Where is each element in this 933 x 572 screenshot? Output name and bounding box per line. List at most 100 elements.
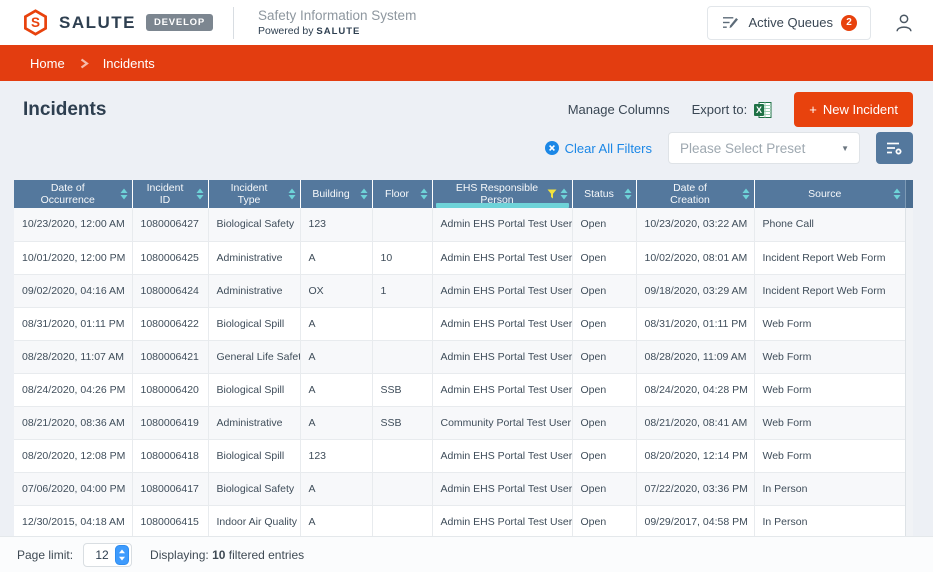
table-cell: 1080006425 (132, 241, 208, 274)
table-cell: Admin EHS Portal Test User - (432, 439, 572, 472)
breadcrumb-home-link[interactable]: Home (30, 56, 65, 71)
page-limit-label: Page limit: (17, 548, 73, 562)
column-header-incident-type[interactable]: Incident Type (208, 180, 300, 208)
table-cell (372, 208, 432, 241)
table-cell: Admin EHS Portal Test User - (432, 340, 572, 373)
sort-arrows-icon (360, 189, 368, 200)
plus-icon: + (809, 102, 817, 117)
table-cell: 10/01/2020, 12:00 PM (14, 241, 132, 274)
table-row[interactable]: 08/21/2020, 08:36 AM1080006419Administra… (14, 406, 905, 439)
table-cell: SSB (372, 373, 432, 406)
table-cell: Open (572, 472, 636, 505)
column-header-incident-id[interactable]: Incident ID (132, 180, 208, 208)
table-cell: A (300, 472, 372, 505)
table-cell (372, 439, 432, 472)
table-cell: 1 (372, 274, 432, 307)
filter-row: Clear All Filters Please Select Preset ▼ (14, 132, 913, 164)
table-cell: 1080006422 (132, 307, 208, 340)
table-row[interactable]: 10/01/2020, 12:00 PM1080006425Administra… (14, 241, 905, 274)
breadcrumb-current: Incidents (103, 56, 155, 71)
sort-arrows-icon (196, 189, 204, 200)
table-row[interactable]: 08/24/2020, 04:26 PM1080006420Biological… (14, 373, 905, 406)
table-row[interactable]: 10/23/2020, 12:00 AM1080006427Biological… (14, 208, 905, 241)
filter-settings-button[interactable] (876, 132, 913, 164)
table-cell: 09/18/2020, 03:29 AM (636, 274, 754, 307)
brand-group: S SALUTE DEVELOP Safety Information Syst… (22, 7, 416, 39)
app-title: Safety Information System (258, 8, 416, 23)
table-cell: General Life Safety (208, 340, 300, 373)
table-cell: A (300, 340, 372, 373)
app-title-block: Safety Information System Powered by SAL… (258, 8, 416, 37)
table-cell: 08/20/2020, 12:08 PM (14, 439, 132, 472)
table-cell: 09/29/2017, 04:58 PM (636, 505, 754, 538)
table-cell: Incident Report Web Form (754, 241, 905, 274)
table-row[interactable]: 09/02/2020, 04:16 AM1080006424Administra… (14, 274, 905, 307)
table-cell: Admin EHS Portal Test User - (432, 274, 572, 307)
table-cell: 1080006418 (132, 439, 208, 472)
table-cell: Web Form (754, 406, 905, 439)
table-footer: Page limit: 12 Displaying: 10 filtered e… (0, 536, 933, 572)
sort-arrows-icon (420, 189, 428, 200)
table-row[interactable]: 07/06/2020, 04:00 PM1080006417Biological… (14, 472, 905, 505)
stepper-icon[interactable] (115, 545, 129, 565)
table-row[interactable]: 08/28/2020, 11:07 AM1080006421General Li… (14, 340, 905, 373)
table-cell: 1080006420 (132, 373, 208, 406)
sort-arrows-icon (893, 189, 901, 200)
table-cell: 08/24/2020, 04:28 PM (636, 373, 754, 406)
column-header-floor[interactable]: Floor (372, 180, 432, 208)
table-cell: Open (572, 505, 636, 538)
table-row[interactable]: 08/31/2020, 01:11 PM1080006422Biological… (14, 307, 905, 340)
sort-arrows-icon (624, 189, 632, 200)
table-row[interactable]: 12/30/2015, 04:18 AM1080006415Indoor Air… (14, 505, 905, 538)
table-cell: 08/31/2020, 01:11 PM (14, 307, 132, 340)
table-row[interactable]: 08/20/2020, 12:08 PM1080006418Biological… (14, 439, 905, 472)
table-cell: Web Form (754, 373, 905, 406)
table-cell: Open (572, 406, 636, 439)
new-incident-button[interactable]: + New Incident (794, 92, 913, 127)
table-cell: Open (572, 307, 636, 340)
table-cell (372, 472, 432, 505)
column-header-date-of-creation[interactable]: Date of Creation (636, 180, 754, 208)
table-cell: 07/22/2020, 03:36 PM (636, 472, 754, 505)
column-header-building[interactable]: Building (300, 180, 372, 208)
column-header-ehs-responsible-person[interactable]: EHS Responsible Person (432, 180, 572, 208)
excel-icon[interactable]: X (754, 102, 772, 118)
divider (233, 7, 234, 39)
table-cell: Biological Safety (208, 472, 300, 505)
user-icon[interactable] (893, 12, 915, 34)
table-cell (372, 307, 432, 340)
preset-select-dropdown[interactable]: Please Select Preset ▼ (668, 132, 860, 164)
column-header-status[interactable]: Status (572, 180, 636, 208)
table-cell: Admin EHS Portal Test User - (432, 505, 572, 538)
table-cell: Web Form (754, 439, 905, 472)
table-cell: 1080006424 (132, 274, 208, 307)
page-actions: Manage Columns Export to: X + New Incide… (568, 92, 913, 127)
table-cell: 07/06/2020, 04:00 PM (14, 472, 132, 505)
active-queues-button[interactable]: Active Queues 2 (707, 6, 871, 40)
page-limit-stepper[interactable]: 12 (83, 543, 132, 567)
table-cell: Admin EHS Portal Test User - (432, 241, 572, 274)
table-cell: Administrative (208, 241, 300, 274)
column-header-source[interactable]: Source (754, 180, 905, 208)
table-cell: A (300, 373, 372, 406)
manage-columns-button[interactable]: Manage Columns (568, 102, 670, 117)
chevron-right-icon (79, 58, 89, 69)
table-scrollbar[interactable] (905, 180, 913, 539)
table-cell: 12/30/2015, 04:18 AM (14, 505, 132, 538)
table-cell: 08/21/2020, 08:41 AM (636, 406, 754, 439)
table-cell: Community Portal Test User - (432, 406, 572, 439)
table-cell: Admin EHS Portal Test User - (432, 208, 572, 241)
page-limit-value: 12 (94, 548, 110, 562)
displaying-summary: Displaying: 10 filtered entries (150, 548, 304, 562)
table-cell: In Person (754, 472, 905, 505)
table-cell: Open (572, 373, 636, 406)
brand-name: SALUTE (59, 13, 136, 33)
column-header-date-of-occurrence[interactable]: Date of Occurrence (14, 180, 132, 208)
clear-all-filters-button[interactable]: Clear All Filters (545, 141, 652, 156)
sort-arrows-icon (742, 189, 750, 200)
table-cell: 10 (372, 241, 432, 274)
preset-select-placeholder: Please Select Preset (680, 141, 805, 156)
table-cell: 10/23/2020, 12:00 AM (14, 208, 132, 241)
top-bar: S SALUTE DEVELOP Safety Information Syst… (0, 0, 933, 45)
table-cell: 10/02/2020, 08:01 AM (636, 241, 754, 274)
